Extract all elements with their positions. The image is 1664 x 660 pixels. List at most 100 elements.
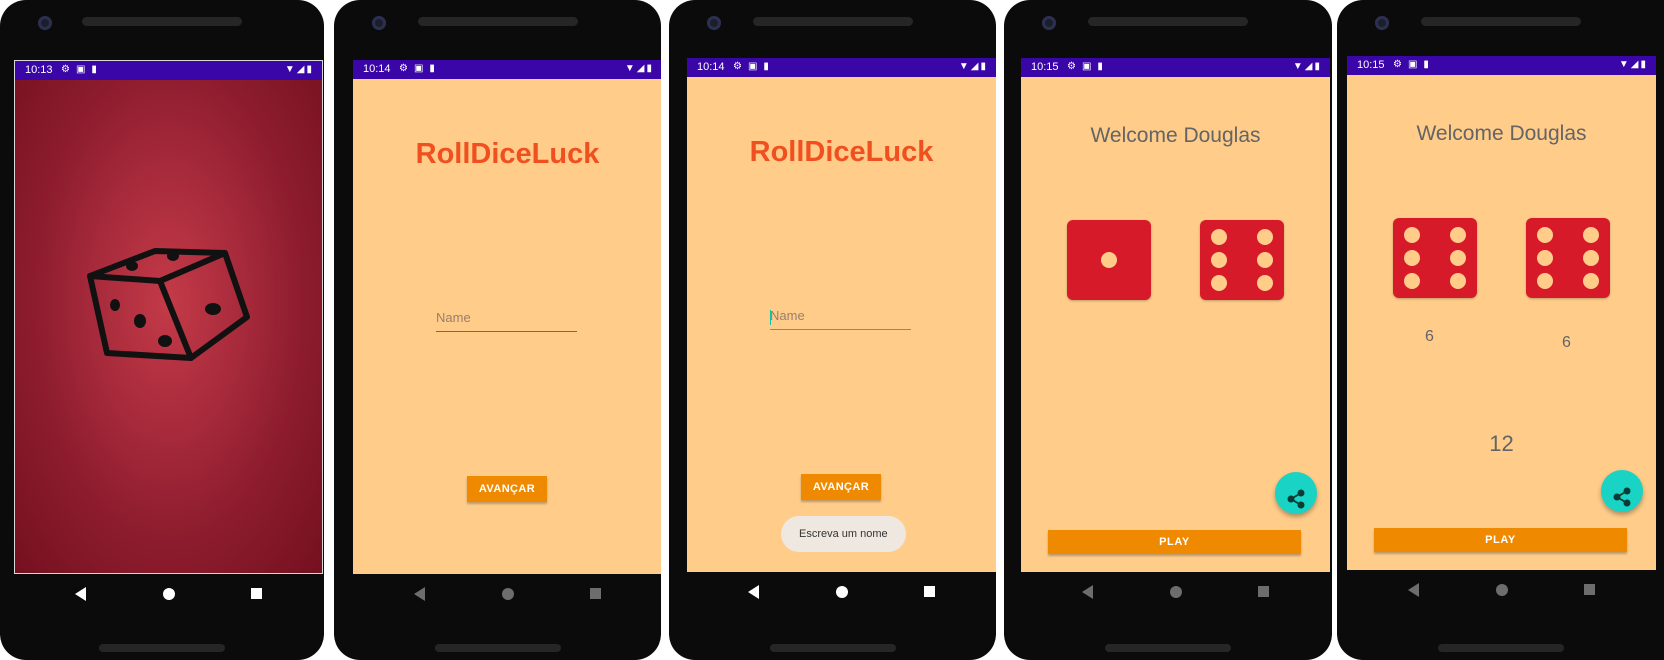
dice-pip — [1101, 252, 1117, 268]
text-cursor — [770, 310, 771, 325]
system-nav-bar — [687, 572, 996, 612]
nav-recents-icon[interactable] — [924, 586, 935, 597]
dice-pip — [1404, 273, 1420, 289]
app-title: RollDiceLuck — [415, 138, 600, 170]
status-bar: 10:14 ⚙▣▮ ▼◢▮ — [687, 58, 996, 77]
nav-back-icon[interactable] — [75, 587, 86, 601]
dice-pip — [1583, 250, 1599, 266]
dice-pip — [1404, 227, 1420, 243]
phone-login-toast: 10:14 ⚙▣▮ ▼◢▮ RollDiceLuck AVANÇAR Escre… — [669, 0, 996, 660]
notification-icons: ⚙▣▮ — [399, 63, 441, 74]
status-bar: 10:14 ⚙▣▮ ▼◢▮ — [353, 60, 661, 79]
system-nav-bar — [1347, 570, 1656, 610]
name-field[interactable] — [436, 307, 577, 332]
dice-pip — [1404, 250, 1420, 266]
phone-splash: 10:13 ⚙▣▮ ▼◢▮ — [0, 0, 324, 660]
front-camera — [1375, 16, 1389, 30]
nav-back-icon[interactable] — [1408, 583, 1419, 597]
phone-login: 10:14 ⚙▣▮ ▼◢▮ RollDiceLuck AVANÇAR — [334, 0, 661, 660]
name-input[interactable] — [770, 308, 911, 323]
status-time: 10:15 — [1031, 61, 1059, 73]
signal-battery-icons: ▼◢▮ — [958, 61, 988, 72]
game-screen: 10:15 ⚙▣▮ ▼◢▮ Welcome Douglas PLAY — [1021, 58, 1330, 572]
login-screen: 10:14 ⚙▣▮ ▼◢▮ RollDiceLuck AVANÇAR Escre… — [687, 58, 996, 572]
avancar-button[interactable]: AVANÇAR — [801, 474, 881, 500]
status-time: 10:14 — [363, 63, 391, 75]
welcome-text: Welcome Douglas — [1416, 122, 1587, 145]
nav-back-icon[interactable] — [748, 585, 759, 599]
signal-battery-icons: ▼◢▮ — [1618, 59, 1648, 70]
dice-pip — [1257, 252, 1273, 268]
dice-total: 12 — [1489, 431, 1514, 456]
dice-pip — [1583, 273, 1599, 289]
login-screen: 10:14 ⚙▣▮ ▼◢▮ RollDiceLuck AVANÇAR — [353, 60, 661, 574]
welcome-text: Welcome Douglas — [1090, 124, 1261, 147]
play-button[interactable]: PLAY — [1374, 528, 1627, 552]
status-time: 10:14 — [697, 61, 725, 73]
notification-icons: ⚙▣▮ — [61, 64, 103, 75]
bottom-speaker — [769, 644, 896, 652]
avancar-button[interactable]: AVANÇAR — [467, 476, 547, 502]
signal-battery-icons: ▼◢▮ — [1292, 61, 1322, 72]
status-time: 10:13 — [25, 64, 53, 76]
status-time: 10:15 — [1357, 59, 1385, 71]
front-camera — [1042, 16, 1056, 30]
share-button[interactable] — [1601, 470, 1643, 512]
status-bar: 10:15 ⚙▣▮ ▼◢▮ — [1021, 58, 1330, 77]
nav-back-icon[interactable] — [414, 587, 425, 601]
earpiece-speaker — [1420, 17, 1581, 26]
dice-pip — [1450, 250, 1466, 266]
dice-pip — [1583, 227, 1599, 243]
nav-home-icon[interactable] — [501, 588, 514, 600]
splash-screen: 10:13 ⚙▣▮ ▼◢▮ — [14, 60, 323, 574]
system-nav-bar — [14, 574, 323, 614]
name-input[interactable] — [436, 310, 577, 325]
toast-message: Escreva um nome — [781, 516, 906, 552]
nav-home-icon[interactable] — [162, 588, 175, 600]
dice-pip — [1211, 229, 1227, 245]
dice-pip — [1211, 252, 1227, 268]
dice-right — [1200, 220, 1284, 300]
nav-recents-icon[interactable] — [251, 588, 262, 599]
play-button[interactable]: PLAY — [1048, 530, 1301, 554]
share-button[interactable] — [1275, 472, 1317, 514]
signal-battery-icons: ▼◢▮ — [624, 63, 654, 74]
front-camera — [38, 16, 52, 30]
earpiece-speaker — [1088, 17, 1248, 26]
earpiece-speaker — [82, 17, 242, 26]
status-bar: 10:13 ⚙▣▮ ▼◢▮ — [15, 61, 322, 80]
phone-game-result: 10:15 ⚙▣▮ ▼◢▮ Welcome Douglas 6 6 12 PLA… — [1337, 0, 1664, 660]
earpiece-speaker — [752, 17, 913, 26]
bottom-speaker — [434, 644, 561, 652]
nav-home-icon[interactable] — [1169, 586, 1182, 598]
notification-icons: ⚙▣▮ — [1067, 61, 1109, 72]
notification-icons: ⚙▣▮ — [1393, 59, 1435, 70]
dice-pip — [1257, 275, 1273, 291]
nav-recents-icon[interactable] — [1258, 586, 1269, 597]
nav-home-icon[interactable] — [835, 586, 848, 598]
name-field[interactable] — [770, 305, 911, 330]
dice-right-value: 6 — [1562, 334, 1571, 351]
dice-left — [1067, 220, 1151, 300]
phone-game-initial: 10:15 ⚙▣▮ ▼◢▮ Welcome Douglas PLAY — [1004, 0, 1332, 660]
dice-left — [1393, 218, 1477, 298]
front-camera — [707, 16, 721, 30]
dice-pip — [1211, 275, 1227, 291]
dice-icon — [87, 248, 250, 361]
bottom-speaker — [1105, 644, 1231, 652]
app-title: RollDiceLuck — [749, 136, 934, 168]
nav-home-icon[interactable] — [1495, 584, 1508, 596]
dice-left-value: 6 — [1425, 328, 1434, 345]
dice-pip — [1537, 273, 1553, 289]
nav-recents-icon[interactable] — [1584, 584, 1595, 595]
system-nav-bar — [353, 574, 661, 614]
nav-recents-icon[interactable] — [590, 588, 601, 599]
share-icon — [1287, 489, 1305, 508]
nav-back-icon[interactable] — [1082, 585, 1093, 599]
dice-pip — [1450, 227, 1466, 243]
dice-pip — [1537, 250, 1553, 266]
dice-right — [1526, 218, 1610, 298]
dice-pip — [1450, 273, 1466, 289]
bottom-speaker — [99, 644, 225, 652]
signal-battery-icons: ▼◢▮ — [284, 64, 314, 75]
